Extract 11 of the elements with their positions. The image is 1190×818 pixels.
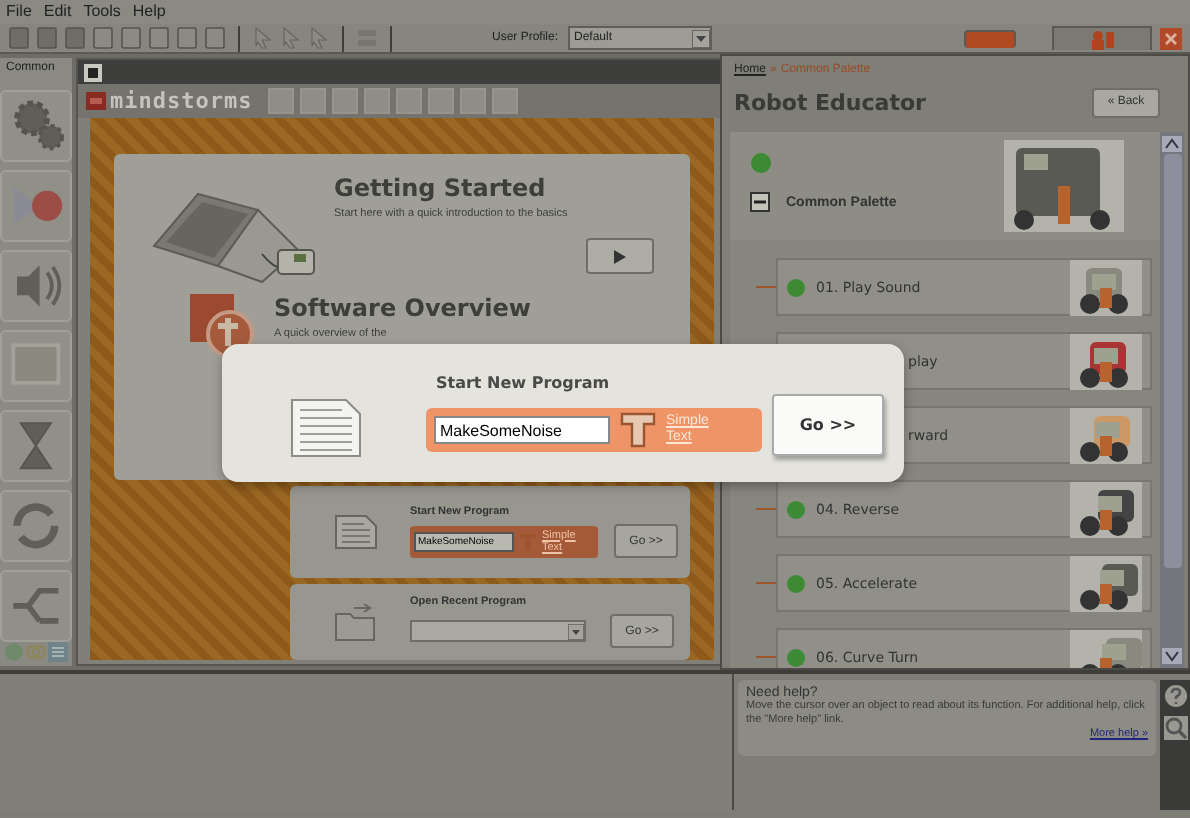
mindstorms-logo: mindstorms xyxy=(110,88,253,114)
menu-item[interactable]: Edit xyxy=(43,0,72,24)
menu-item[interactable]: Tools xyxy=(83,0,121,24)
go-button[interactable]: Go >> xyxy=(772,394,884,456)
panel-title: Robot Educator xyxy=(734,89,926,115)
menu-item[interactable]: Help xyxy=(132,0,166,24)
section-title: Software Overview xyxy=(274,294,532,322)
program-name-field[interactable]: MakeSomeNoise xyxy=(434,416,610,444)
menu-item[interactable]: File xyxy=(6,0,32,24)
section-title: Getting Started xyxy=(334,174,548,202)
dialog-title: Start New Program xyxy=(434,374,612,392)
